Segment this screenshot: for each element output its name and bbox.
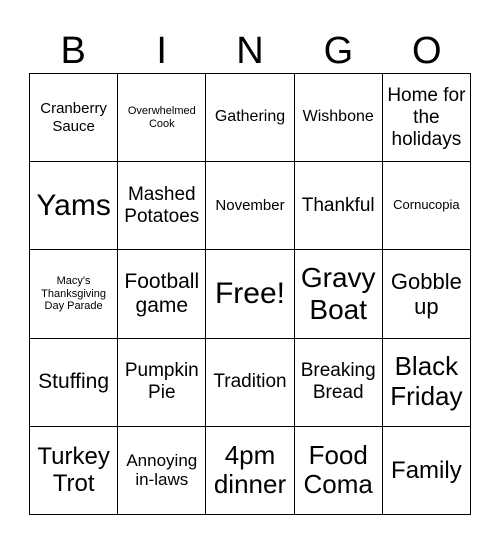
bingo-cell[interactable]: November bbox=[206, 162, 295, 251]
bingo-cell[interactable]: Cranberry Sauce bbox=[30, 74, 119, 163]
bingo-cell[interactable]: Wishbone bbox=[294, 74, 383, 163]
bingo-cell[interactable]: Family bbox=[382, 426, 471, 515]
free-space-cell[interactable]: Free! bbox=[206, 250, 295, 339]
bingo-cell[interactable]: Thankful bbox=[294, 162, 383, 251]
bingo-cell[interactable]: Gobble up bbox=[382, 250, 471, 339]
bingo-cell[interactable]: Black Friday bbox=[382, 338, 471, 427]
bingo-grid: Cranberry Sauce Overwhelmed Cook Gatheri… bbox=[29, 73, 471, 515]
bingo-cell[interactable]: Macy's Thanksgiving Day Parade bbox=[30, 250, 119, 339]
header-letter-g: G bbox=[323, 30, 354, 72]
header-letter-i: I bbox=[156, 30, 167, 72]
bingo-cell[interactable]: Yams bbox=[30, 162, 119, 251]
bingo-cell[interactable]: Cornucopia bbox=[382, 162, 471, 251]
header-letter-b: B bbox=[60, 30, 86, 72]
bingo-cell[interactable]: Annoying in-laws bbox=[118, 426, 207, 515]
bingo-cell[interactable]: Gravy Boat bbox=[294, 250, 383, 339]
bingo-cell[interactable]: Tradition bbox=[206, 338, 295, 427]
bingo-cell[interactable]: Mashed Potatoes bbox=[118, 162, 207, 251]
bingo-cell[interactable]: Stuffing bbox=[30, 338, 119, 427]
bingo-cell[interactable]: 4pm dinner bbox=[206, 426, 295, 515]
header-letter-n: N bbox=[236, 30, 264, 72]
header-letter-o: O bbox=[412, 30, 442, 72]
bingo-cell[interactable]: Food Coma bbox=[294, 426, 383, 515]
bingo-cell[interactable]: Breaking Bread bbox=[294, 338, 383, 427]
bingo-cell[interactable]: Turkey Trot bbox=[30, 426, 119, 515]
bingo-cell[interactable]: Overwhelmed Cook bbox=[118, 74, 207, 163]
bingo-cell[interactable]: Gathering bbox=[206, 74, 295, 163]
bingo-cell[interactable]: Football game bbox=[118, 250, 207, 339]
bingo-cell[interactable]: Home for the holidays bbox=[382, 74, 471, 163]
bingo-header: B I N G O bbox=[29, 28, 471, 74]
bingo-cell[interactable]: Pumpkin Pie bbox=[118, 338, 207, 427]
